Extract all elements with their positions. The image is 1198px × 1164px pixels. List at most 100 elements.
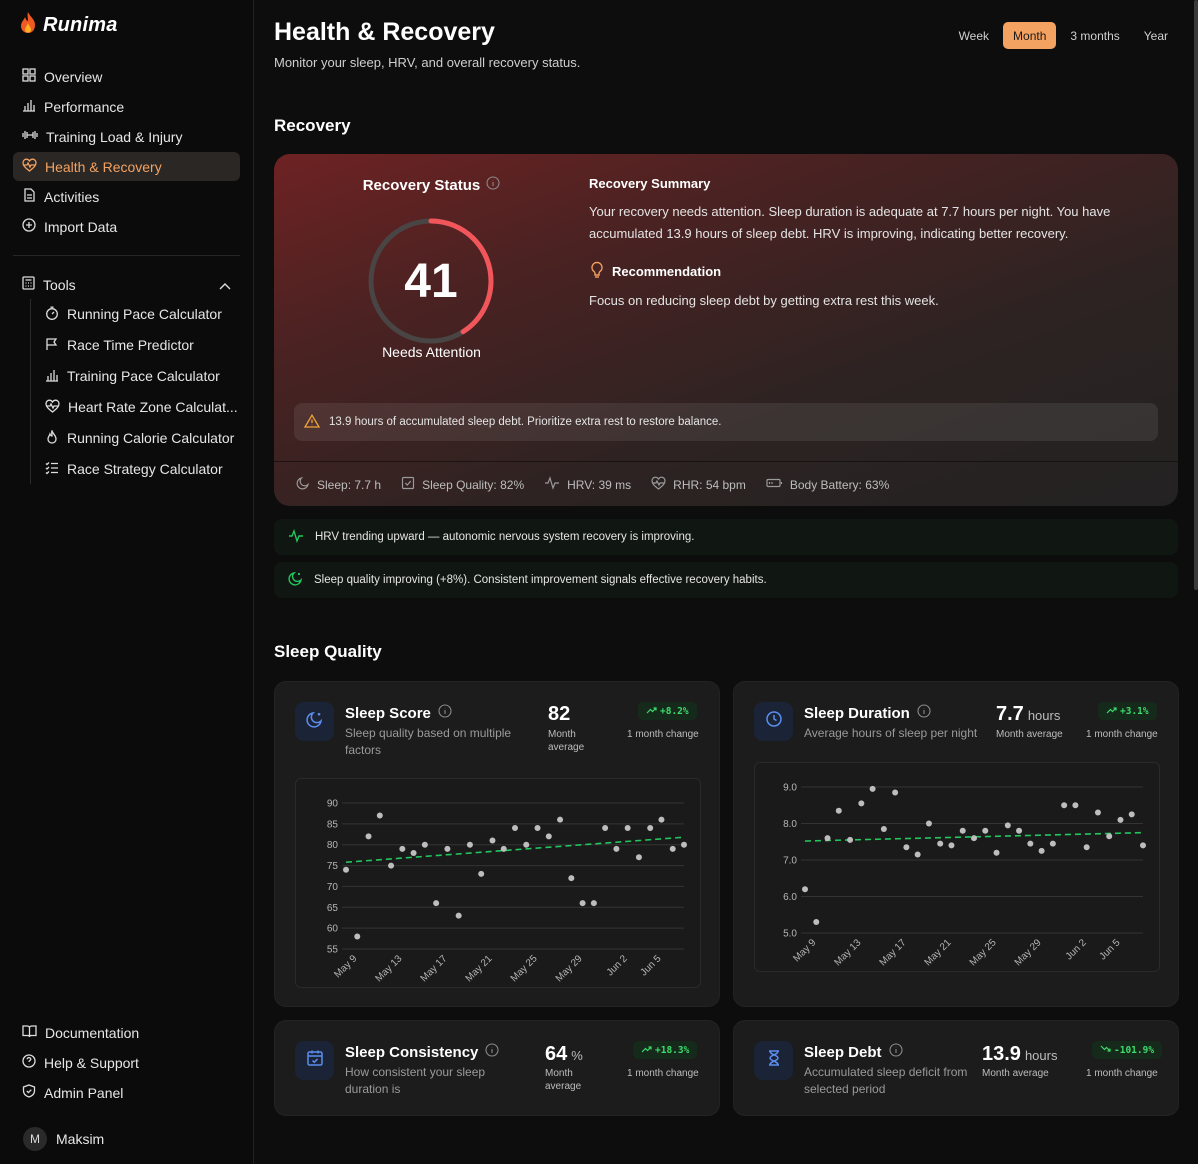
y-tick-label: 8.0	[783, 819, 797, 830]
nav-training-load[interactable]: Training Load & Injury	[13, 122, 240, 151]
range-tab-week[interactable]: Week	[949, 22, 999, 49]
metric-battery: Body Battery: 63%	[766, 476, 889, 493]
user-menu[interactable]: M Maksim	[13, 1127, 240, 1151]
nav-admin-panel[interactable]: Admin Panel	[13, 1078, 240, 1107]
recovery-gauge: 41	[364, 214, 498, 348]
data-point	[613, 845, 620, 852]
summary-text: Your recovery needs attention. Sleep dur…	[589, 204, 1111, 241]
data-point	[399, 845, 406, 852]
metric-sleep-text: Sleep: 7.7 h	[317, 477, 382, 492]
data-point	[847, 836, 854, 843]
nav-label: Performance	[44, 98, 125, 115]
nav-overview[interactable]: Overview	[13, 62, 240, 91]
tool-training-pace[interactable]: Training Pace Calculator	[40, 361, 240, 391]
change-label: 1 month change	[1086, 1068, 1158, 1079]
metric-quality-text: Sleep Quality: 82%	[422, 477, 525, 492]
data-point	[602, 825, 609, 832]
range-tab-3-months[interactable]: 3 months	[1060, 22, 1129, 49]
tool-race-strategy[interactable]: Race Strategy Calculator	[40, 454, 240, 484]
nav-import-data[interactable]: Import Data	[13, 212, 240, 241]
grid-icon	[22, 68, 36, 85]
stat-value-number: 82	[548, 703, 571, 725]
insight-text: Sleep quality improving (+8%). Consisten…	[314, 574, 767, 586]
heart-pulse-icon	[45, 399, 60, 416]
tool-heart-rate-zone[interactable]: Heart Rate Zone Calculat...	[40, 392, 240, 422]
flag-icon	[45, 337, 59, 354]
data-point	[681, 841, 687, 848]
tools-list: Running Pace Calculator Race Time Predic…	[30, 299, 240, 484]
metric-sleep: Sleep: 7.7 h	[296, 476, 381, 493]
card-title-text: Sleep Score	[345, 704, 431, 722]
nav-label: Health & Recovery	[45, 158, 162, 175]
activity-icon	[288, 528, 304, 546]
sidebar: Runima Overview Performance Training Loa…	[0, 0, 254, 1164]
data-point	[982, 827, 989, 834]
card-title: Sleep Debt	[804, 1043, 903, 1061]
card-icon	[754, 702, 793, 741]
info-icon[interactable]	[888, 1043, 903, 1061]
stat-unit: hours	[1024, 1048, 1058, 1063]
nav-performance[interactable]: Performance	[13, 92, 240, 121]
nav-help-support[interactable]: Help & Support	[13, 1048, 240, 1077]
stat-label: Month average	[548, 729, 585, 753]
data-point	[545, 833, 552, 840]
data-point	[824, 835, 831, 842]
info-icon[interactable]	[438, 704, 452, 722]
flame-icon	[17, 11, 39, 40]
recovery-status-text: Needs Attention	[382, 344, 481, 360]
tools-label: Tools	[43, 276, 76, 293]
tool-race-time[interactable]: Race Time Predictor	[40, 330, 240, 360]
data-point	[523, 841, 530, 848]
stat-unit: %	[571, 1048, 583, 1063]
recovery-status-title: Recovery Status	[363, 176, 501, 194]
stat-value-number: 64	[545, 1043, 568, 1065]
data-point	[579, 900, 586, 907]
card-desc: Average hours of sleep per night	[804, 726, 978, 740]
insight-hrv: HRV trending upward — autonomic nervous …	[274, 519, 1178, 555]
brand[interactable]: Runima	[13, 10, 240, 40]
data-point	[512, 825, 518, 832]
avatar: M	[23, 1127, 47, 1151]
change-value: +18.3%	[655, 1044, 690, 1056]
data-point	[993, 849, 1000, 856]
scrollbar[interactable]	[1194, 0, 1198, 590]
tools-toggle[interactable]: Tools	[13, 270, 240, 299]
metric-battery-text: Body Battery: 63%	[789, 477, 890, 492]
nav-health-recovery[interactable]: Health & Recovery	[13, 152, 240, 181]
data-point	[1027, 840, 1034, 847]
data-point	[948, 842, 955, 849]
data-point	[557, 816, 564, 823]
nav-label: Admin Panel	[44, 1084, 124, 1101]
tool-label: Race Strategy Calculator	[67, 461, 223, 477]
brand-name: Runima	[43, 13, 118, 36]
stat-label: Month average	[545, 1068, 582, 1092]
sleep-debt-warning: 13.9 hours of accumulated sleep debt. Pr…	[294, 403, 1158, 441]
x-tick-label: May 13	[373, 953, 404, 984]
info-icon[interactable]	[917, 704, 931, 722]
data-point	[635, 854, 642, 861]
tool-running-calorie[interactable]: Running Calorie Calculator	[40, 423, 240, 453]
nav-activities[interactable]: Activities	[13, 182, 240, 211]
y-tick-label: 9.0	[783, 783, 797, 794]
stat-value: 64%	[545, 1043, 583, 1066]
range-tab-month[interactable]: Month	[1003, 22, 1057, 49]
x-tick-label: Jun 2	[605, 953, 630, 978]
calculator-icon	[22, 276, 35, 293]
recommendation-title: Recommendation	[612, 263, 722, 279]
tool-running-pace[interactable]: Running Pace Calculator	[40, 299, 240, 329]
change-chip: -101.9%	[1092, 1041, 1163, 1059]
stat-unit: hours	[1027, 708, 1061, 723]
data-point	[534, 825, 541, 832]
info-icon[interactable]	[485, 1043, 499, 1061]
range-tab-year[interactable]: Year	[1134, 22, 1178, 49]
sidebar-divider	[13, 255, 240, 256]
metric-quality: Sleep Quality: 82%	[401, 476, 524, 493]
activity-icon	[544, 476, 560, 493]
moon-icon	[296, 476, 310, 493]
info-icon[interactable]	[486, 176, 500, 194]
nav-documentation[interactable]: Documentation	[13, 1018, 240, 1047]
data-point	[433, 900, 440, 907]
x-tick-label: May 21	[464, 953, 495, 984]
nav-label: Overview	[44, 68, 103, 85]
card-icon	[295, 1041, 334, 1080]
